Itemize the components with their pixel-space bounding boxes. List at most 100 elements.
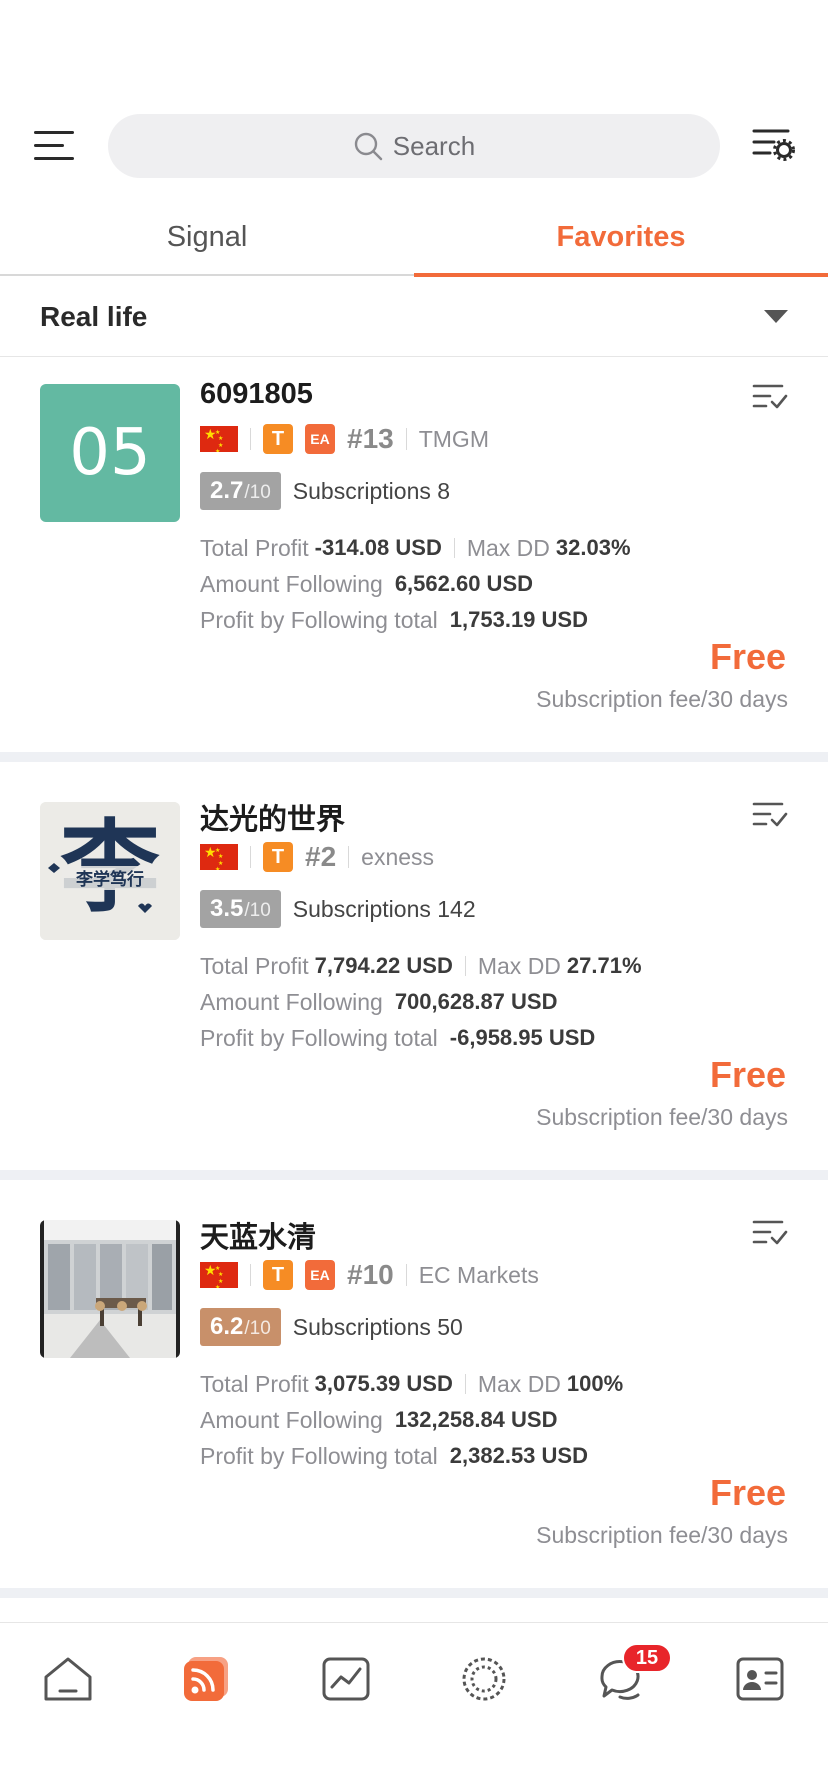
rank: #13: [347, 423, 394, 454]
tab-signal[interactable]: Signal: [0, 200, 414, 274]
profit-following-value: 1,753.19 USD: [449, 607, 588, 632]
profile-card-icon[interactable]: [732, 1653, 788, 1705]
rank: #2: [305, 841, 337, 872]
profit-following-value: -6,958.95 USD: [449, 1025, 596, 1050]
checklist-icon[interactable]: [752, 800, 788, 830]
stats: Total Profit 3,075.39 USD Max DD 100% Am…: [200, 1366, 800, 1474]
card-divider: [0, 752, 828, 762]
account-type-label: Real life: [40, 301, 148, 332]
menu-icon[interactable]: [34, 128, 74, 164]
checklist-icon[interactable]: [752, 382, 788, 412]
ea-badge: EA: [305, 424, 335, 454]
trader-badge: T: [263, 842, 293, 872]
total-profit-value: -314.08 USD: [314, 535, 442, 560]
profit-following-label: Profit by Following total: [200, 1024, 438, 1051]
score-max: /10: [244, 900, 271, 921]
checklist-icon[interactable]: [752, 1218, 788, 1248]
score-badge: 3.5/10: [200, 890, 281, 928]
signal-name: 达光的世界: [200, 804, 346, 836]
avatar: 05: [40, 384, 180, 522]
total-profit-label: Total Profit: [200, 952, 309, 979]
signal-card[interactable]: 05 6091805 ★ ★ ★ ★ ★ T EA #13 TMGM 2.7/10 Su…: [0, 358, 828, 758]
max-dd-label: Max DD: [466, 534, 550, 561]
score-value: 6.2: [210, 1313, 244, 1340]
score-row: 2.7/10 Subscriptions 8: [200, 472, 450, 510]
max-dd-label: Max DD: [477, 1370, 561, 1397]
subscriptions-label: Subscriptions: [292, 477, 431, 504]
total-profit-value: 3,075.39 USD: [314, 1371, 453, 1396]
amount-following-value: 700,628.87 USD: [394, 989, 558, 1014]
max-dd-label: Max DD: [477, 952, 561, 979]
stats: Total Profit -314.08 USD Max DD 32.03% A…: [200, 530, 800, 638]
tab-bar: Signal Favorites: [0, 200, 828, 277]
broker-name: EC Markets: [418, 1261, 539, 1288]
score-badge: 6.2/10: [200, 1308, 281, 1346]
china-flag-icon: ★ ★ ★ ★ ★: [200, 426, 238, 452]
card-divider: [0, 1170, 828, 1180]
tab-favorites[interactable]: Favorites: [414, 200, 828, 274]
score-value: 3.5: [210, 895, 244, 922]
amount-following-label: Amount Following: [200, 1406, 383, 1433]
score-row: 3.5/10 Subscriptions 142: [200, 890, 476, 928]
china-flag-icon: ★ ★ ★ ★ ★: [200, 1262, 238, 1288]
stats: Total Profit 7,794.22 USD Max DD 27.71% …: [200, 948, 800, 1056]
score-value: 2.7: [210, 477, 244, 504]
signal-name: 天蓝水清: [200, 1222, 317, 1254]
score-badge: 2.7/10: [200, 472, 281, 510]
bottom-nav: 15: [0, 1622, 828, 1732]
subscriptions-label: Subscriptions: [292, 1313, 431, 1340]
signal-tags: ★ ★ ★ ★ ★ T #2 exness: [200, 840, 434, 874]
dropdown-arrow-icon: [764, 310, 788, 323]
trader-badge: T: [263, 1260, 293, 1290]
chart-icon[interactable]: [318, 1653, 374, 1705]
score-row: 6.2/10 Subscriptions 50: [200, 1308, 463, 1346]
total-profit-label: Total Profit: [200, 534, 309, 561]
filter-settings-icon[interactable]: [752, 126, 796, 166]
amount-following-label: Amount Following: [200, 988, 383, 1015]
signal-tags: ★ ★ ★ ★ ★ T EA #10 EC Markets: [200, 1258, 539, 1292]
card-divider: [0, 1588, 828, 1598]
profit-following-label: Profit by Following total: [200, 606, 438, 633]
subscription-price: Free: [709, 1472, 786, 1513]
signal-card[interactable]: 天蓝水清 ★ ★ ★ ★ ★ T EA #10 EC Markets 6.2/10 Su…: [0, 1194, 828, 1594]
avatar: 李 李学笃行: [40, 802, 180, 940]
amount-following-label: Amount Following: [200, 570, 383, 597]
search-icon: [354, 132, 382, 161]
trader-badge: T: [263, 424, 293, 454]
max-dd-value: 32.03%: [555, 535, 631, 560]
amount-following-value: 132,258.84 USD: [394, 1407, 558, 1432]
subscription-fee-label: Subscription fee/30 days: [536, 686, 788, 712]
avatar-caption: 李学笃行: [76, 869, 144, 890]
avatar-initials: 05: [40, 384, 180, 522]
total-profit-value: 7,794.22 USD: [314, 953, 453, 978]
home-icon[interactable]: [40, 1653, 96, 1705]
ea-badge: EA: [305, 1260, 335, 1290]
subscriptions-label: Subscriptions: [292, 895, 431, 922]
china-flag-icon: ★ ★ ★ ★ ★: [200, 844, 238, 870]
subscriptions-count: 8: [437, 477, 451, 504]
signal-feed-icon[interactable]: [180, 1653, 236, 1705]
subscription-price: Free: [709, 636, 786, 677]
broker-name: exness: [361, 843, 435, 870]
avatar: [40, 1220, 180, 1358]
avatar-image: 李 李学笃行: [40, 802, 180, 940]
max-dd-value: 27.71%: [566, 953, 642, 978]
signal-card[interactable]: 李 李学笃行 达光的世界 ★★★★★ T #2 exness 3.5/10 Su…: [0, 776, 828, 1176]
avatar-image: [40, 1220, 180, 1358]
signal-tags: ★ ★ ★ ★ ★ T EA #13 TMGM: [200, 422, 489, 456]
score-max: /10: [244, 482, 271, 503]
broker-name: TMGM: [418, 425, 489, 452]
search-input[interactable]: Search: [108, 114, 720, 178]
active-tab-indicator: [414, 273, 828, 277]
subscription-price: Free: [709, 1054, 786, 1095]
account-type-dropdown[interactable]: Real life: [0, 278, 828, 357]
signal-name: 6091805: [200, 378, 313, 410]
amount-following-value: 6,562.60 USD: [394, 571, 534, 596]
max-dd-value: 100%: [566, 1371, 624, 1396]
discover-icon[interactable]: [456, 1653, 512, 1705]
profit-following-value: 2,382.53 USD: [449, 1443, 588, 1468]
top-bar: Search: [0, 112, 828, 180]
score-max: /10: [244, 1318, 271, 1339]
unread-messages-badge: 15: [622, 1643, 672, 1673]
subscription-fee-label: Subscription fee/30 days: [536, 1104, 788, 1130]
